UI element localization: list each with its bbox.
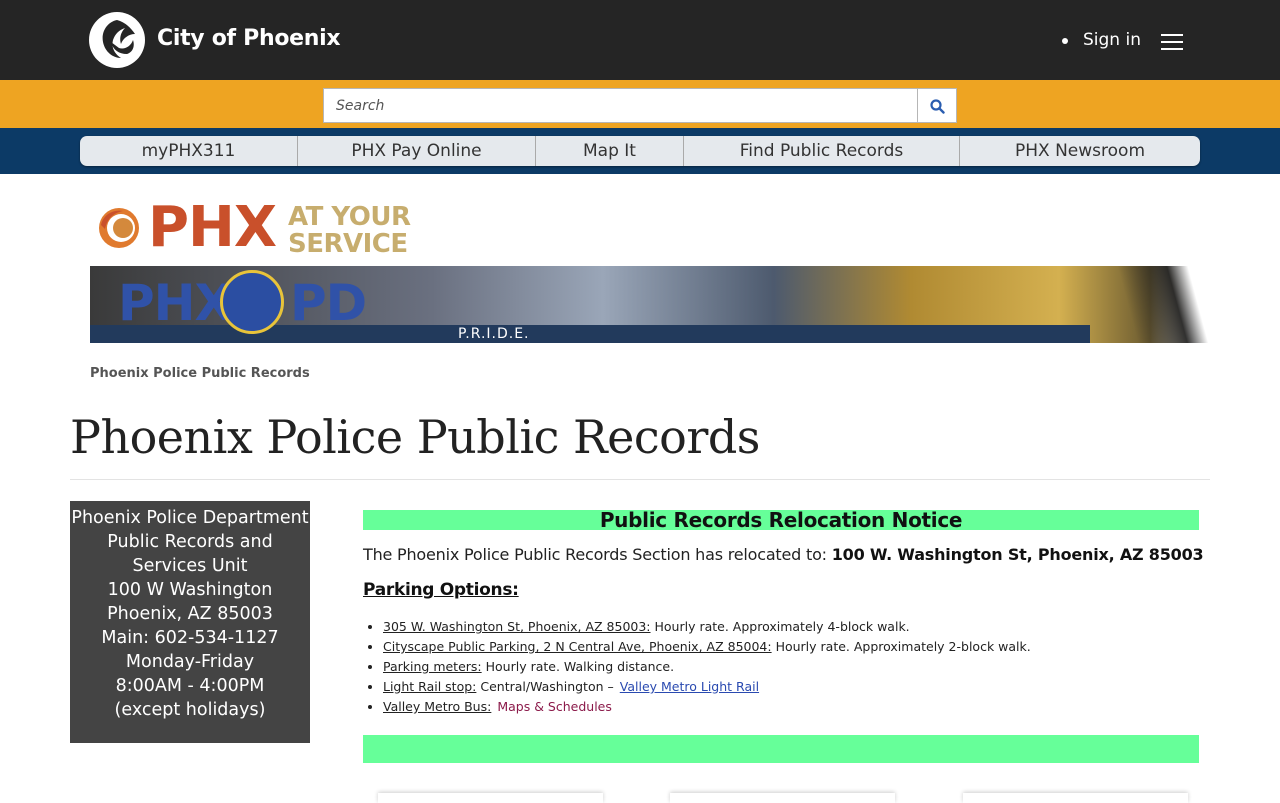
content-card[interactable] xyxy=(670,793,895,803)
notice-footer-bar xyxy=(363,735,1199,763)
contact-info-box: Phoenix Police Department Public Records… xyxy=(70,501,310,743)
at-your-service-text: AT YOUR SERVICE xyxy=(288,204,411,258)
list-item: Light Rail stop: Central/Washington – Val… xyxy=(383,677,1031,697)
relocation-notice-title: Public Records Relocation Notice xyxy=(363,510,1199,530)
content-card[interactable] xyxy=(963,793,1188,803)
divider xyxy=(70,479,1210,480)
sign-in-link[interactable]: Sign in xyxy=(1083,30,1141,50)
banner-motto: P.R.I.D.E. xyxy=(458,326,530,342)
breadcrumb[interactable]: Phoenix Police Public Records xyxy=(90,366,310,381)
service-line: SERVICE xyxy=(288,229,408,259)
page-title: Phoenix Police Public Records xyxy=(70,410,760,464)
search-input[interactable] xyxy=(323,88,918,123)
list-item: Cityscape Public Parking, 2 N Central Av… xyxy=(383,637,1031,657)
nav-item-phx-pay-online[interactable]: PHX Pay Online xyxy=(298,136,536,166)
search-icon xyxy=(930,99,945,114)
relocation-address: 100 W. Washington St, Phoenix, AZ 85003 xyxy=(831,545,1204,564)
list-item: Parking meters: Hourly rate. Walking dis… xyxy=(383,657,1031,677)
parking-options-heading: Parking Options: xyxy=(363,580,519,600)
police-badge-icon xyxy=(220,270,284,334)
contact-line: Public Records and xyxy=(107,532,273,552)
contact-line: 8:00AM - 4:00PM xyxy=(115,676,265,696)
list-item: Valley Metro Bus: Maps & Schedules xyxy=(383,697,1031,717)
contact-line: Main: 602-534-1127 xyxy=(101,628,279,648)
parking-desc: Central/Washington – xyxy=(476,679,614,694)
parking-link[interactable]: Valley Metro Bus: xyxy=(383,699,491,714)
maps-schedules-link[interactable]: Maps & Schedules xyxy=(497,699,612,714)
content-card[interactable] xyxy=(378,793,603,803)
contact-line: Services Unit xyxy=(132,556,248,576)
banner-pd-text: PD xyxy=(290,274,367,332)
parking-link[interactable]: 305 W. Washington St, Phoenix, AZ 85003: xyxy=(383,619,651,634)
contact-line: Phoenix, AZ 85003 xyxy=(107,604,273,624)
phx-swirl-logo-icon xyxy=(99,208,139,248)
contact-line: 100 W Washington xyxy=(107,580,273,600)
nav-item-find-public-records[interactable]: Find Public Records xyxy=(684,136,960,166)
parking-desc: Hourly rate. Approximately 2-block walk. xyxy=(771,639,1031,654)
relocation-text: The Phoenix Police Public Records Sectio… xyxy=(363,545,1204,564)
contact-line: Phoenix Police Department xyxy=(71,508,309,528)
parking-link[interactable]: Cityscape Public Parking, 2 N Central Av… xyxy=(383,639,772,654)
at-your-line: AT YOUR xyxy=(288,202,411,232)
contact-line: Monday-Friday xyxy=(125,652,255,672)
list-item: 305 W. Washington St, Phoenix, AZ 85003:… xyxy=(383,617,1031,637)
bullet-dot xyxy=(1062,38,1068,44)
phx-brand-text: PHX xyxy=(148,195,277,260)
nav-item-map-it[interactable]: Map It xyxy=(536,136,684,166)
phx-pd-banner-image: PHX PD P.R.I.D.E. xyxy=(90,266,1230,343)
valley-metro-light-rail-link[interactable]: Valley Metro Light Rail xyxy=(620,679,759,694)
search-button[interactable] xyxy=(917,88,957,123)
site-header: City of Phoenix Sign in xyxy=(0,0,1280,80)
parking-link[interactable]: Parking meters: xyxy=(383,659,482,674)
nav-item-phx-newsroom[interactable]: PHX Newsroom xyxy=(960,136,1200,166)
parking-link[interactable]: Light Rail stop: xyxy=(383,679,476,694)
site-name[interactable]: City of Phoenix xyxy=(157,26,341,51)
parking-list: 305 W. Washington St, Phoenix, AZ 85003:… xyxy=(383,617,1031,717)
quick-links-nav: myPHX311 PHX Pay Online Map It Find Publ… xyxy=(80,136,1200,166)
banner-phx-text: PHX xyxy=(118,274,233,332)
relocation-lead: The Phoenix Police Public Records Sectio… xyxy=(363,545,832,564)
phoenix-bird-logo-icon[interactable] xyxy=(89,12,145,68)
parking-desc: Hourly rate. Walking distance. xyxy=(481,659,675,674)
nav-item-myphx311[interactable]: myPHX311 xyxy=(80,136,298,166)
hamburger-menu-icon[interactable] xyxy=(1160,33,1186,51)
parking-desc: Hourly rate. Approximately 4-block walk. xyxy=(650,619,910,634)
banner-fade xyxy=(1110,266,1230,343)
contact-line: (except holidays) xyxy=(114,700,266,720)
